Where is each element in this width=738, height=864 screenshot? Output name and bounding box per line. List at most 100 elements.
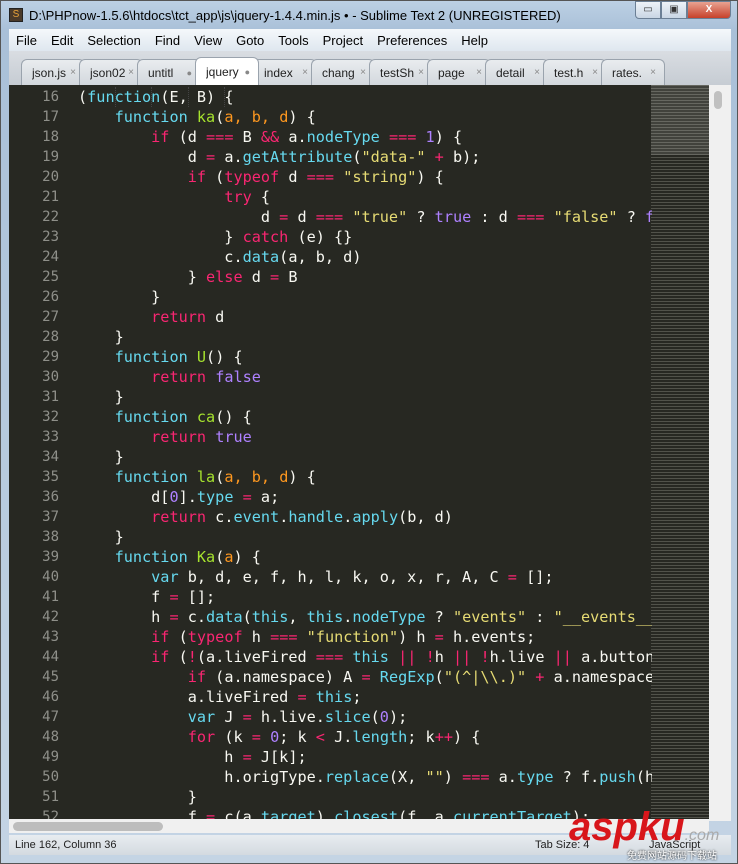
code-token: true [215,428,252,446]
minimap-viewport[interactable] [651,85,709,155]
code-token: d [78,208,280,226]
code-token: d [242,268,271,286]
unsaved-dot-icon[interactable]: ● [245,67,250,77]
code-token: length [352,728,408,746]
close-tab-icon[interactable]: × [128,67,134,78]
code-line: try { [78,187,652,207]
tab-jquery[interactable]: jquery ● [195,57,259,85]
code-token: || [553,648,572,666]
close-tab-icon[interactable]: × [70,67,76,78]
menu-goto[interactable]: Goto [229,33,271,48]
code-token: type [196,488,234,506]
code-token: 0 [379,708,389,726]
code-token: U [196,348,207,366]
code-token: RegExp [379,668,435,686]
tab-testSh[interactable]: testSh × [369,59,433,85]
line-number: 33 [42,429,59,445]
menu-file[interactable]: File [9,33,44,48]
editor[interactable]: 16 17 18 19 20 21 22 23 24 25 26 27 28 29 30 31 32 33 34 35… [9,85,731,821]
line-number: 40 [42,569,59,585]
menu-edit[interactable]: Edit [44,33,80,48]
code-token: function [87,88,161,106]
code-token: . [343,508,353,526]
vertical-scroll-thumb[interactable] [714,91,722,109]
menu-find[interactable]: Find [148,33,187,48]
menu-help[interactable]: Help [454,33,495,48]
code-token: d [78,148,207,166]
code-token: getAttribute [242,148,353,166]
code-line: return true [78,427,652,447]
line-number: 38 [42,529,59,545]
close-tab-icon[interactable]: × [360,67,366,78]
menu-preferences[interactable]: Preferences [370,33,454,48]
tab-testh[interactable]: test.h × [543,59,607,85]
menu-selection[interactable]: Selection [80,33,147,48]
code-line: if (typeof h === "function") h = h.event… [78,627,652,647]
code-token: for [187,728,216,746]
code-token: a, b, d [224,108,289,126]
line-number: 47 [42,709,59,725]
code-token: try [224,188,252,206]
code-token: this [315,688,353,706]
code-line: for (k = 0; k < J.length; k++) { [78,727,652,747]
code-token: "function" [306,628,399,646]
close-tab-icon[interactable]: × [650,67,656,78]
vertical-scrollbar[interactable] [709,85,731,821]
close-tab-icon[interactable]: × [418,67,424,78]
close-button[interactable]: X [687,1,731,19]
tab-page[interactable]: page × [427,59,491,85]
line-number: 42 [42,609,59,625]
tab-rates[interactable]: rates. × [601,59,665,85]
close-tab-icon[interactable]: × [534,67,540,78]
code-token: ( [370,708,380,726]
minimap[interactable] [651,85,709,821]
code-line: } [78,387,652,407]
indent-guide [187,87,189,107]
code-token: === [315,208,344,226]
tab-json02[interactable]: json02 × [79,59,143,85]
code-token: 1 [425,128,435,146]
tab-untitl[interactable]: untitl ● [137,59,201,85]
code-token: ka [196,108,216,126]
line-number: 20 [42,169,59,185]
line-number: 50 [42,769,59,785]
tab-index[interactable]: index × [253,59,317,85]
code-area[interactable]: (function(E, B) { function ka(a, b, d) {… [78,87,652,821]
maximize-button[interactable]: ▣ [661,1,687,19]
code-token: { [251,188,271,206]
code-token: ) { [288,108,316,126]
tab-chang[interactable]: chang × [311,59,375,85]
line-number: 16 [42,89,59,105]
menu-view[interactable]: View [187,33,229,48]
code-token: (E, B) { [160,88,234,106]
code-token: a [224,548,234,566]
minimize-button[interactable]: ▭ [635,1,661,19]
menu-tools[interactable]: Tools [271,33,315,48]
code-token: d [288,208,316,226]
code-token: replace [324,768,389,786]
unsaved-dot-icon[interactable]: ● [187,68,192,78]
code-token: h [78,608,170,626]
horizontal-scroll-thumb[interactable] [13,822,163,831]
close-tab-icon[interactable]: × [476,67,482,78]
code-token: var [187,708,216,726]
close-tab-icon[interactable]: × [592,67,598,78]
code-line: if (typeof d === "string") { [78,167,652,187]
menu-project[interactable]: Project [316,33,370,48]
code-token: } [78,228,243,246]
line-number: 48 [42,729,59,745]
code-token: ) { [416,168,444,186]
close-tab-icon[interactable]: × [302,67,308,78]
tab-detail[interactable]: detail × [485,59,549,85]
tab-jsonjs[interactable]: json.js × [21,59,85,85]
